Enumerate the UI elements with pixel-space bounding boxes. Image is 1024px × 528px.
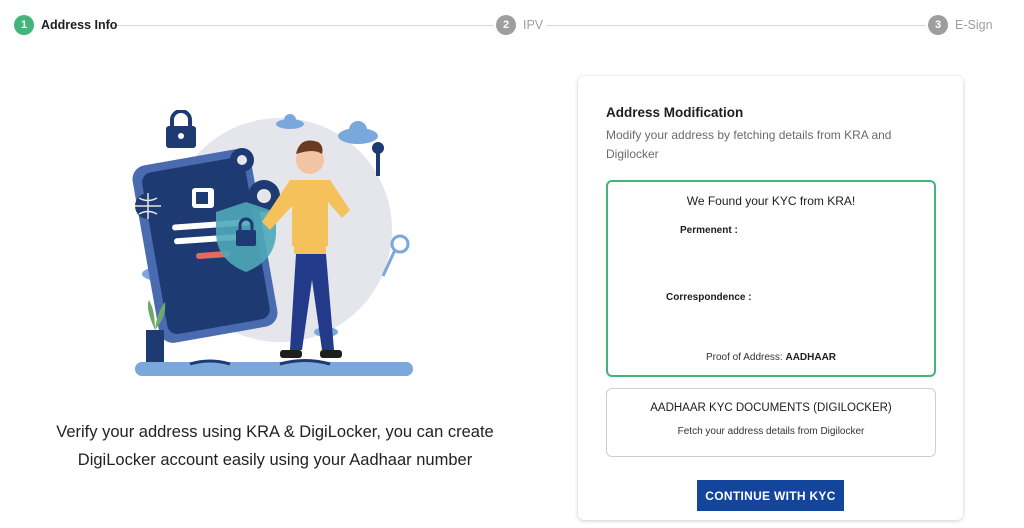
digilocker-title: AADHAAR KYC DOCUMENTS (DIGILOCKER) xyxy=(650,402,892,414)
card-subtitle: Modify your address by fetching details … xyxy=(606,128,892,161)
step-label: Address Info xyxy=(41,18,118,32)
digilocker-option[interactable]: AADHAAR KYC DOCUMENTS (DIGILOCKER) Fetch… xyxy=(606,388,936,457)
address-modification-card: Address Modification Modify your address… xyxy=(578,76,963,520)
security-illustration xyxy=(132,110,413,376)
proof-value: AADHAAR xyxy=(785,352,837,363)
step-number: 1 xyxy=(14,15,34,35)
step-number: 2 xyxy=(496,15,516,35)
kra-kyc-panel[interactable]: We Found your KYC from KRA! Permenent : … xyxy=(606,180,936,377)
correspondence-address-label: Correspondence : xyxy=(666,292,752,303)
proof-of-address: Proof of Address: AADHAAR xyxy=(608,352,934,363)
step-esign: 3 E-Sign xyxy=(928,15,993,35)
description-line-1: Verify your address using KRA & DigiLock… xyxy=(56,423,494,441)
card-title: Address Modification xyxy=(606,105,744,120)
step-address-info: 1 Address Info xyxy=(14,15,117,35)
progress-stepper: 1 Address Info 2 IPV 3 E-Sign xyxy=(0,0,1024,52)
continue-with-kyc-button[interactable]: CONTINUE WITH KYC xyxy=(697,480,844,511)
step-label: IPV xyxy=(523,18,544,32)
permanent-address-label: Permenent : xyxy=(680,225,738,236)
step-label: E-Sign xyxy=(955,18,993,32)
proof-label: Proof of Address: xyxy=(705,352,783,363)
step-connector xyxy=(110,25,494,26)
description-line-2: DigiLocker account easily using your Aad… xyxy=(77,451,473,469)
digilocker-subtitle: Fetch your address details from Digilock… xyxy=(677,426,865,437)
step-number: 3 xyxy=(928,15,948,35)
kra-found-title: We Found your KYC from KRA! xyxy=(686,194,856,208)
step-ipv: 2 IPV xyxy=(496,15,543,35)
step-connector xyxy=(546,25,926,26)
verification-description: Verify your address using KRA & DigiLock… xyxy=(20,418,530,474)
